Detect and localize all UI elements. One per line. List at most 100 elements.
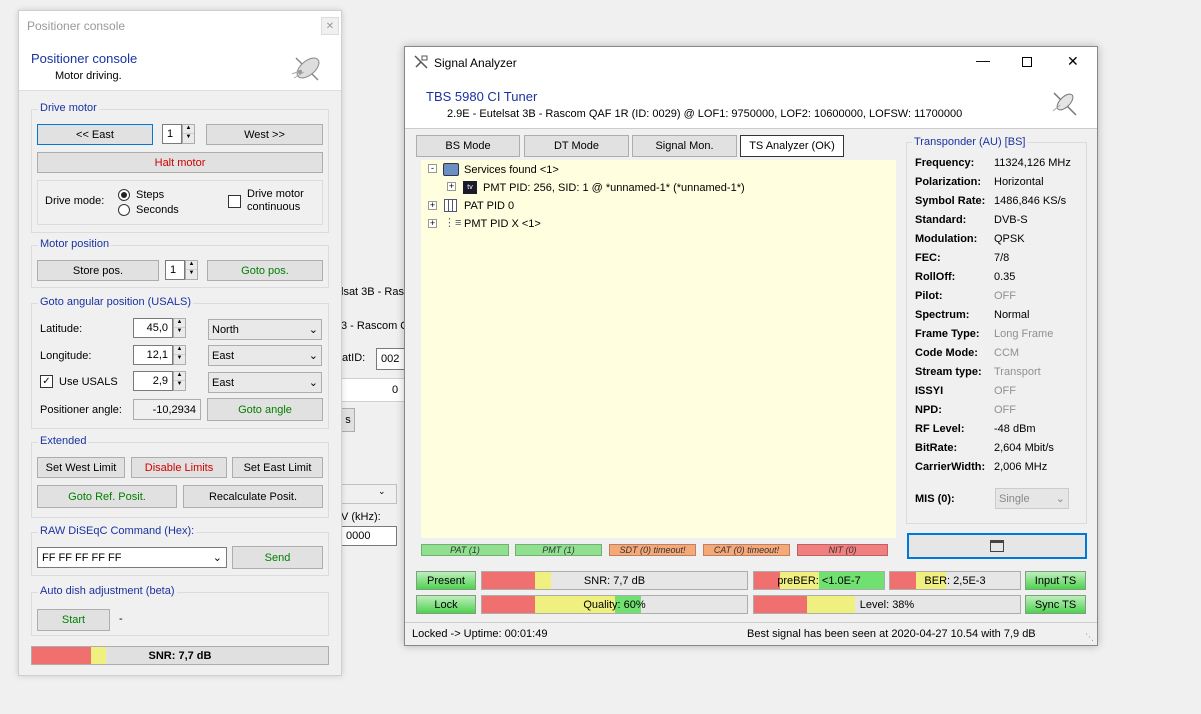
set-east-limit-button[interactable]: Set East Limit	[232, 457, 323, 478]
raw-command-input[interactable]: FF FF FF FF FF ⌄	[37, 547, 227, 568]
display-toggle-button[interactable]	[907, 533, 1087, 559]
sync-ts-indicator: Sync TS	[1025, 595, 1086, 614]
step-input[interactable]: 1	[162, 124, 182, 144]
status-uptime: Locked -> Uptime: 00:01:49	[412, 628, 548, 640]
tab-ts-analyzer[interactable]: TS Analyzer (OK)	[740, 135, 844, 157]
continuous-label: Drive motor	[247, 188, 304, 200]
raw-command-value: FF FF FF FF FF	[42, 551, 122, 564]
window-title: Signal Analyzer	[434, 56, 517, 70]
seconds-radio[interactable]	[118, 204, 130, 216]
continuous-checkbox[interactable]	[228, 195, 241, 208]
latitude-input[interactable]: 45,0	[133, 318, 173, 338]
level-meter-label: Level: 38%	[859, 598, 915, 611]
minimize-button[interactable]: —	[976, 52, 990, 68]
transponder-value: 11324,126 MHz	[994, 157, 1071, 169]
maximize-button[interactable]	[1022, 57, 1032, 67]
longitude-direction-select[interactable]: East ⌄	[208, 345, 322, 366]
mis-select[interactable]: Single ⌄	[995, 488, 1069, 509]
close-button[interactable]: ✕	[321, 17, 339, 35]
quality-meter-label: Quality: 60%	[583, 598, 646, 611]
header-title: Positioner console	[31, 51, 138, 66]
usals-direction-value: East	[212, 376, 235, 389]
chevron-down-icon: ⌄	[308, 324, 318, 336]
chevron-down-icon: ⌄	[212, 552, 222, 564]
transponder-label: Code Mode:	[915, 347, 978, 359]
snr-meter-label: SNR: 7,7 dB	[583, 574, 646, 587]
expand-icon[interactable]: +	[428, 201, 437, 210]
bg-text: 3 - Rascom Q	[341, 320, 409, 332]
use-usals-checkbox[interactable]: ✓	[40, 375, 53, 388]
goto-angle-button[interactable]: Goto angle	[207, 398, 323, 421]
tab-dt-mode[interactable]: DT Mode	[524, 135, 629, 157]
longitude-spinner[interactable]: ▲ ▼	[173, 345, 186, 365]
transponder-label: Symbol Rate:	[915, 195, 986, 207]
transponder-value: 1486,846 KS/s	[994, 195, 1067, 207]
motor-position-title: Motor position	[38, 238, 112, 250]
set-west-limit-button[interactable]: Set West Limit	[37, 457, 125, 478]
goto-pos-button[interactable]: Goto pos.	[207, 260, 323, 281]
transponder-value: -48 dBm	[994, 423, 1036, 435]
usals-input[interactable]: 2,9	[133, 371, 173, 391]
chevron-down-icon: ⌄	[308, 350, 318, 362]
latitude-direction-select[interactable]: North ⌄	[208, 319, 322, 340]
bg-text: V (kHz):	[341, 511, 381, 523]
bg-field: 002	[376, 348, 406, 370]
transponder-value: QPSK	[994, 233, 1025, 245]
start-button[interactable]: Start	[37, 609, 110, 631]
close-button[interactable]: ✕	[1067, 53, 1079, 70]
transponder-value: DVB-S	[994, 214, 1028, 226]
transponder-label: Frequency:	[915, 157, 975, 169]
level-meter: Level: 38%	[753, 595, 1021, 614]
latitude-spinner[interactable]: ▲ ▼	[173, 318, 186, 338]
position-input[interactable]: 1	[165, 260, 185, 280]
position-spinner[interactable]: ▲ ▼	[185, 260, 198, 280]
recalculate-button[interactable]: Recalculate Posit.	[183, 485, 323, 508]
transponder-value: Horizontal	[994, 176, 1044, 188]
halt-motor-button[interactable]: Halt motor	[37, 152, 323, 173]
longitude-input[interactable]: 12,1	[133, 345, 173, 365]
transponder-label: Modulation:	[915, 233, 978, 245]
east-button[interactable]: << East	[37, 124, 153, 145]
tree-pmt-x[interactable]: PMT PID X <1>	[464, 218, 541, 230]
disable-limits-button[interactable]: Disable Limits	[131, 457, 227, 478]
transponder-value: Transport	[994, 366, 1041, 378]
raw-title: RAW DiSEqC Command (Hex):	[38, 525, 197, 537]
steps-radio[interactable]	[118, 189, 130, 201]
transponder-label: BitRate:	[915, 442, 958, 454]
window-icon	[990, 540, 1004, 552]
tab-bs-mode[interactable]: BS Mode	[416, 135, 520, 157]
chevron-down-icon: ⌄	[378, 486, 386, 496]
satellite-dish-icon	[1050, 89, 1080, 117]
usals-spinner[interactable]: ▲ ▼	[173, 371, 186, 391]
transponder-label: NPD:	[915, 404, 942, 416]
collapse-icon[interactable]: -	[428, 164, 437, 173]
transponder-value: 2,006 MHz	[994, 461, 1048, 473]
bg-button: s	[341, 408, 355, 432]
west-button[interactable]: West >>	[206, 124, 323, 145]
ts-tree	[421, 160, 896, 538]
expand-icon[interactable]: +	[447, 182, 456, 191]
longitude-direction-value: East	[212, 349, 235, 362]
extended-title: Extended	[38, 435, 89, 447]
tab-signal-mon[interactable]: Signal Mon.	[632, 135, 737, 157]
transponder-label: Spectrum:	[915, 309, 970, 321]
resize-grip-icon[interactable]: ⋱	[1085, 632, 1094, 643]
goto-ref-button[interactable]: Goto Ref. Posit.	[37, 485, 177, 508]
tv-icon	[443, 163, 459, 176]
usals-title: Goto angular position (USALS)	[38, 296, 194, 308]
present-indicator: Present	[416, 571, 476, 590]
transponder-value: 0.35	[994, 271, 1016, 283]
expand-icon[interactable]: +	[428, 219, 437, 228]
input-ts-indicator: Input TS	[1025, 571, 1086, 590]
store-pos-button[interactable]: Store pos.	[37, 260, 159, 281]
transponder-label: Frame Type:	[915, 328, 980, 340]
step-spinner[interactable]: ▲ ▼	[182, 124, 195, 144]
tree-pat[interactable]: PAT PID 0	[464, 200, 514, 212]
usals-direction-select[interactable]: East ⌄	[208, 372, 322, 393]
positioner-angle-label: Positioner angle:	[40, 404, 122, 416]
tree-pmt-entry[interactable]: PMT PID: 256, SID: 1 @ *unnamed-1* (*unn…	[483, 182, 745, 194]
mis-value: Single	[999, 492, 1030, 505]
send-button[interactable]: Send	[232, 546, 323, 569]
cat-status: CAT (0) timeout!	[703, 544, 790, 556]
tree-services[interactable]: Services found <1>	[464, 164, 559, 176]
